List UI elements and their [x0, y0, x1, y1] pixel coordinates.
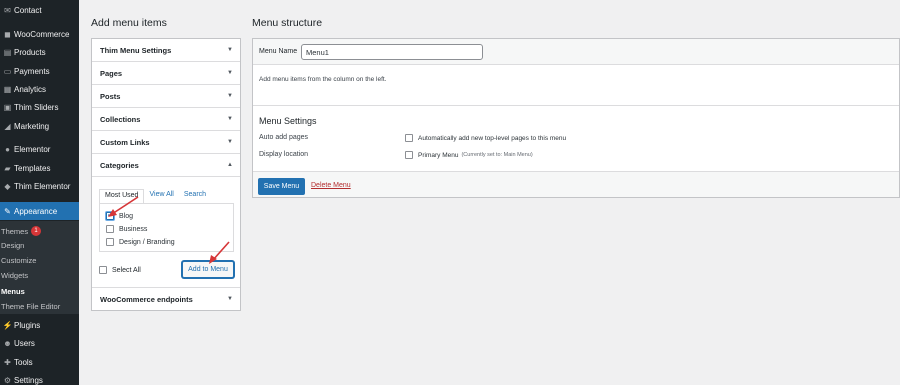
sidebar-item-thim-elementor[interactable]: ◆ Thim Elementor [0, 177, 79, 195]
categories-tabs: Most Used View All Search [99, 189, 211, 203]
sidebar-item-woocommerce[interactable]: ◼ WooCommerce [0, 25, 79, 43]
card-icon: ▭ [3, 66, 12, 76]
primary-menu-checkbox[interactable] [405, 151, 413, 159]
appearance-submenu: Themes 1 Design Customize Widgets Menus T… [0, 221, 79, 314]
select-all[interactable]: Select All [99, 266, 141, 274]
tab-most-used[interactable]: Most Used [99, 189, 145, 203]
menu-name-label: Menu Name [259, 48, 298, 55]
sidebar-item-products[interactable]: ▤ Products [0, 43, 79, 61]
save-menu-button[interactable]: Save Menu [258, 178, 305, 195]
gear-icon: ⚙ [3, 375, 12, 385]
primary-menu-note: (Currently set to: Main Menu) [461, 152, 533, 158]
categories-panel: Most Used View All Search Blog Business … [92, 177, 240, 288]
sidebar-item-appearance[interactable]: ✎ Appearance [0, 202, 79, 220]
sidebar-item-contact[interactable]: ✉ Contact [0, 1, 79, 19]
primary-menu-option[interactable]: Primary Menu (Currently set to: Main Men… [405, 151, 533, 159]
sidebar-item-users[interactable]: ☻ Users [0, 334, 79, 352]
section-posts[interactable]: Posts ▼ [92, 85, 240, 108]
sidebar-item-marketing[interactable]: ◢ Marketing [0, 117, 79, 135]
auto-add-option[interactable]: Automatically add new top-level pages to… [405, 134, 566, 142]
caret-down-icon: ▼ [227, 47, 233, 53]
menu-structure-panel: Menu Name Add menu items from the column… [252, 38, 900, 198]
settings-icon: ◆ [4, 181, 11, 191]
submenu-customize[interactable]: Customize [0, 253, 79, 267]
section-woocommerce-endpoints[interactable]: WooCommerce endpoints ▼ [92, 288, 240, 311]
submenu-themes[interactable]: Themes 1 [0, 224, 79, 238]
section-custom-links[interactable]: Custom Links ▼ [92, 131, 240, 154]
design-branding-checkbox[interactable] [106, 238, 114, 246]
sidebar-item-payments[interactable]: ▭ Payments [0, 62, 79, 80]
list-item[interactable]: Blog [106, 210, 133, 220]
section-collections[interactable]: Collections ▼ [92, 108, 240, 131]
display-location-label: Display location [259, 151, 309, 158]
sidebar-item-analytics[interactable]: ▦ Analytics [0, 80, 79, 98]
delete-menu-link[interactable]: Delete Menu [311, 182, 351, 189]
select-all-checkbox[interactable] [99, 266, 107, 274]
sidebar-item-tools[interactable]: ✚ Tools [0, 353, 79, 371]
folder-icon: ▰ [4, 163, 11, 173]
update-count-badge: 1 [31, 226, 42, 236]
admin-sidebar: ✉ Contact ◼ WooCommerce ▤ Products ▭ Payment… [0, 0, 79, 385]
sidebar-item-plugins[interactable]: ⚡ Plugins [0, 316, 79, 334]
user-icon: ☻ [3, 338, 12, 348]
caret-up-icon: ▲ [227, 162, 233, 168]
envelope-icon: ✉ [4, 5, 11, 15]
tab-view-all[interactable]: View All [144, 189, 178, 203]
sidebar-item-templates[interactable]: ▰ Templates [0, 159, 79, 177]
menu-name-input[interactable] [301, 44, 483, 60]
wrench-icon: ✚ [4, 357, 11, 367]
sidebar-item-settings[interactable]: ⚙ Settings [0, 371, 79, 385]
sidebar-item-thim-sliders[interactable]: ▣ Thim Sliders [0, 98, 79, 116]
tab-search[interactable]: Search [179, 189, 211, 203]
menu-settings-title: Menu Settings [259, 116, 317, 126]
add-to-menu-button[interactable]: Add to Menu [182, 261, 234, 278]
section-pages[interactable]: Pages ▼ [92, 62, 240, 85]
megaphone-icon: ◢ [4, 121, 11, 131]
section-thim-menu-settings[interactable]: Thim Menu Settings ▼ [92, 39, 240, 62]
categories-list: Blog Business Design / Branding [99, 203, 234, 252]
caret-down-icon: ▼ [227, 296, 233, 302]
bar-chart-icon: ▦ [3, 84, 12, 94]
sidebar-item-elementor[interactable]: ● Elementor [0, 140, 79, 158]
caret-down-icon: ▼ [227, 93, 233, 99]
auto-add-checkbox[interactable] [405, 134, 413, 142]
woocommerce-icon: ◼ [4, 29, 11, 39]
submenu-widgets[interactable]: Widgets [0, 268, 79, 282]
box-icon: ▤ [3, 47, 12, 57]
menu-structure-heading: Menu structure [252, 17, 323, 29]
menu-actions-bar: Save Menu Delete Menu [253, 171, 899, 197]
submenu-theme-file-editor[interactable]: Theme File Editor [0, 299, 79, 313]
business-checkbox[interactable] [106, 225, 114, 233]
menu-hint-text: Add menu items from the column on the le… [259, 76, 387, 83]
add-menu-items-heading: Add menu items [91, 17, 167, 29]
add-menu-items-accordion: Thim Menu Settings ▼ Pages ▼ Posts ▼ Collec… [91, 38, 241, 311]
list-item[interactable]: Business [106, 225, 147, 233]
slides-icon: ▣ [3, 102, 12, 112]
auto-add-label: Auto add pages [259, 134, 309, 141]
plug-icon: ⚡ [2, 320, 13, 330]
blog-checkbox[interactable] [106, 210, 114, 220]
submenu-menus[interactable]: Menus [0, 284, 79, 298]
elementor-icon: ● [5, 144, 10, 154]
paintbrush-icon: ✎ [4, 206, 11, 216]
list-item[interactable]: Design / Branding [106, 238, 175, 246]
caret-down-icon: ▼ [227, 139, 233, 145]
menu-name-bar: Menu Name [253, 39, 899, 65]
submenu-design[interactable]: Design [0, 238, 79, 252]
section-categories[interactable]: Categories ▲ [92, 154, 240, 177]
caret-down-icon: ▼ [227, 70, 233, 76]
caret-down-icon: ▼ [227, 116, 233, 122]
divider [253, 105, 899, 106]
